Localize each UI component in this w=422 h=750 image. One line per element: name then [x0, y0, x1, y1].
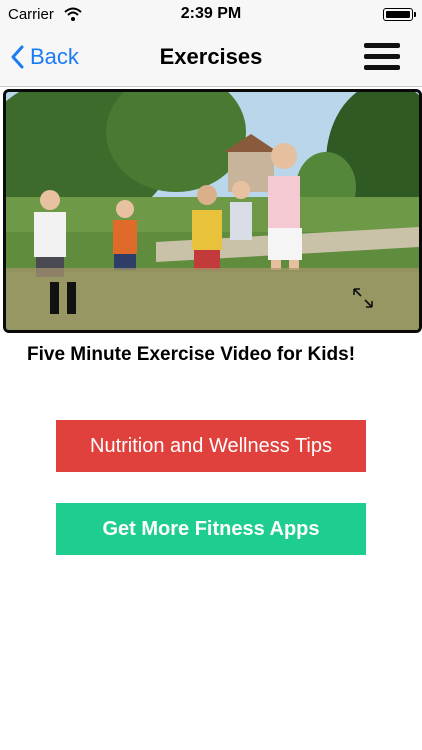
nutrition-tips-button[interactable]: Nutrition and Wellness Tips: [56, 420, 366, 472]
status-time: 2:39 PM: [180, 5, 242, 22]
video-title: Five Minute Exercise Video for Kids!: [27, 344, 356, 365]
page-title: Exercises: [159, 44, 263, 69]
video-player[interactable]: [3, 89, 422, 333]
hamburger-menu-icon[interactable]: [364, 43, 400, 71]
navigation-bar: Back Exercises: [0, 30, 422, 87]
fitness-apps-button[interactable]: Get More Fitness Apps: [56, 503, 366, 555]
battery-icon: [383, 8, 416, 21]
status-bar: Carrier 2:39 PM: [0, 0, 422, 30]
fullscreen-icon[interactable]: [351, 286, 375, 310]
pause-icon[interactable]: [50, 282, 76, 314]
video-controls: [6, 268, 419, 330]
